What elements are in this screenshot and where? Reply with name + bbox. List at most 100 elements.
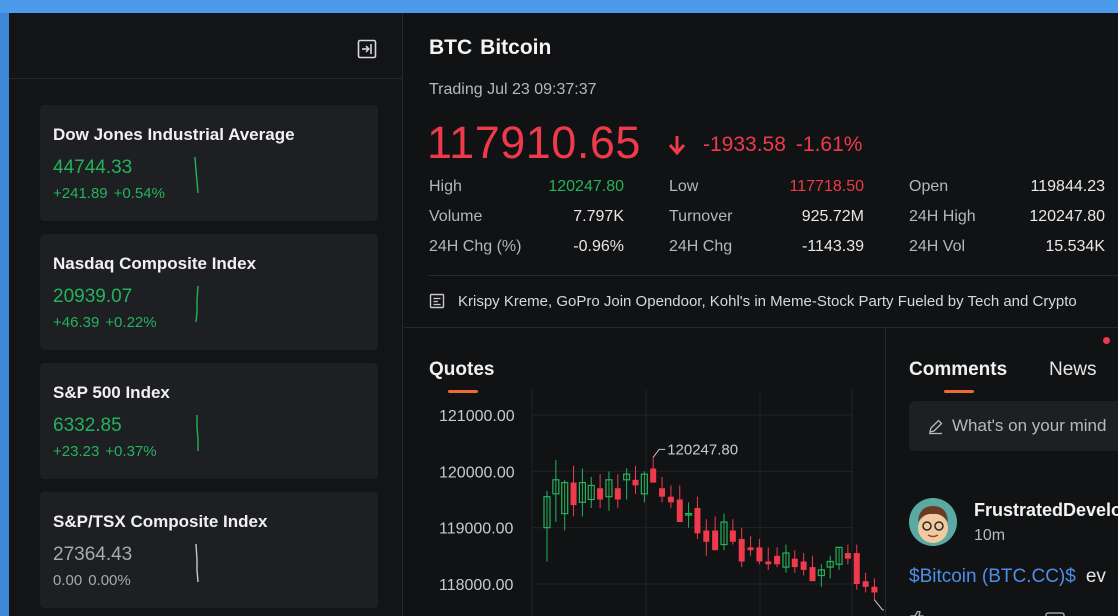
- candle-body: [703, 530, 710, 542]
- index-change-percent: +0.22%: [105, 314, 157, 331]
- index-name: Dow Jones Industrial Average: [53, 125, 295, 144]
- index-price: 27364.43: [53, 544, 133, 565]
- candle-body: [729, 530, 736, 542]
- sidebar-header: [9, 13, 402, 79]
- asset-name: Bitcoin: [480, 36, 552, 59]
- stat-label-24h-chg: 24H Chg: [669, 238, 733, 255]
- stat-value-24h-high: 120247.80: [1029, 208, 1105, 225]
- tab-quotes[interactable]: Quotes: [429, 359, 494, 381]
- comments-panel: Comments News What's on your mind Frustr…: [886, 328, 1118, 616]
- y-tick-label: 119000.00: [439, 521, 514, 538]
- candle-body: [694, 507, 701, 534]
- price-change-value: -1933.58: [703, 133, 786, 156]
- index-sparkline: [195, 543, 199, 583]
- candle-body: [765, 561, 772, 565]
- price-change: -1933.58 -1.61%: [703, 133, 862, 157]
- index-price: 44744.33: [53, 157, 133, 178]
- comment-placeholder: What's on your mind: [952, 416, 1107, 435]
- index-change: +46.39 +0.22%: [53, 314, 157, 331]
- index-change: +241.89 +0.54%: [53, 185, 165, 202]
- stat-label-24h-chg-pct: 24H Chg (%): [429, 238, 522, 255]
- candle-body: [659, 488, 666, 497]
- stat-label-high: High: [429, 178, 462, 195]
- candle-body: [774, 555, 781, 565]
- stat-label-low: Low: [669, 178, 699, 195]
- stat-label-open: Open: [909, 178, 949, 195]
- news-headline[interactable]: Krispy Kreme, GoPro Join Opendoor, Kohl'…: [458, 293, 1077, 310]
- candle-body: [712, 530, 719, 551]
- index-card-nasdaq[interactable]: Nasdaq Composite Index 20939.07 +46.39 +0…: [40, 234, 378, 350]
- stat-value-open: 119844.23: [1030, 178, 1105, 195]
- last-price: 117910.65: [427, 117, 641, 168]
- stat-value-24h-vol: 15.534K: [1045, 238, 1105, 255]
- candle-body: [738, 538, 745, 562]
- candle-body: [800, 561, 807, 570]
- index-change-value: +23.23: [53, 443, 100, 460]
- index-sparkline: [194, 156, 199, 194]
- candle-body: [676, 499, 683, 523]
- candle-body: [650, 468, 657, 483]
- annotation-leader: [874, 599, 884, 611]
- candlestick-chart: 121000.00 120000.00 119000.00 118000.00 1202…: [439, 390, 884, 616]
- app-window: Dow Jones Industrial Average 44744.33 +2…: [9, 13, 1118, 616]
- stat-value-24h-chg-pct: -0.96%: [573, 238, 624, 255]
- candle-body: [747, 547, 754, 551]
- annotation-label: 120247.80: [667, 441, 738, 458]
- index-change: 0.00 0.00%: [53, 572, 131, 589]
- candle-body: [632, 479, 639, 486]
- pencil-icon: [929, 419, 943, 435]
- stats-row: Volume 7.797K Turnover 925.72M 24H High …: [429, 208, 1109, 238]
- index-change: +23.23 +0.37%: [53, 443, 157, 460]
- index-card-sp-tsx[interactable]: S&P/TSX Composite Index 27364.43 0.00 0.0…: [40, 492, 378, 608]
- tab-comments-underline: [944, 390, 974, 393]
- index-name: S&P/TSX Composite Index: [53, 512, 268, 531]
- y-tick-label: 120000.00: [439, 464, 515, 481]
- candle-body: [570, 482, 577, 506]
- candle-body: [791, 558, 798, 568]
- index-price: 20939.07: [53, 286, 133, 307]
- desktop-background-top: [0, 0, 1118, 13]
- candle-body: [844, 553, 851, 559]
- avatar[interactable]: [909, 498, 957, 546]
- index-change-percent: +0.54%: [113, 185, 165, 202]
- desktop-background-left: [0, 13, 9, 616]
- stat-label-turnover: Turnover: [669, 208, 733, 225]
- candle-body: [871, 586, 878, 593]
- comment-username[interactable]: FrustratedDeveloper: [974, 500, 1118, 521]
- like-icon[interactable]: [910, 611, 924, 616]
- candle-body: [809, 567, 816, 582]
- index-change-percent: 0.00%: [88, 572, 131, 589]
- comment-time: 10m: [974, 527, 1006, 544]
- annotation-leader: [652, 448, 666, 458]
- collapse-sidebar-icon[interactable]: [357, 39, 377, 59]
- comment-input[interactable]: What's on your mind: [909, 401, 1118, 451]
- candle-body: [597, 488, 604, 500]
- stat-value-volume: 7.797K: [573, 208, 624, 225]
- stat-value-turnover: 925.72M: [801, 208, 864, 225]
- stat-label-24h-vol: 24H Vol: [909, 238, 966, 255]
- price-change-percent: -1.61%: [795, 133, 863, 156]
- notification-dot: [1103, 337, 1110, 344]
- news-icon: [429, 293, 445, 309]
- ticker-symbol: BTC: [429, 36, 473, 59]
- quote-detail-panel: BTC Bitcoin Trading Jul 23 09:37:37 11791…: [404, 13, 1118, 616]
- quotes-panel: Quotes 121000.00 120000.00 119000.00 118000…: [404, 328, 884, 616]
- index-name: S&P 500 Index: [53, 383, 170, 402]
- y-tick-label: 121000.00: [439, 408, 515, 425]
- index-card-dow-jones[interactable]: Dow Jones Industrial Average 44744.33 +2…: [40, 105, 378, 221]
- index-change-percent: +0.37%: [105, 443, 157, 460]
- stat-label-volume: Volume: [429, 208, 483, 225]
- tab-comments[interactable]: Comments: [909, 359, 1007, 381]
- stat-value-low: 117718.50: [789, 178, 864, 195]
- ticker-tag-link[interactable]: $Bitcoin (BTC.CC)$: [909, 566, 1076, 587]
- index-sparkline: [195, 285, 199, 323]
- news-ticker[interactable]: Krispy Kreme, GoPro Join Opendoor, Kohl'…: [429, 275, 1118, 325]
- stats-grid: High 120247.80 Low 117718.50 Open 119844…: [429, 178, 1109, 268]
- index-card-sp500[interactable]: S&P 500 Index 6332.85 +23.23 +0.37%: [40, 363, 378, 479]
- index-sidebar: Dow Jones Industrial Average 44744.33 +2…: [9, 13, 403, 616]
- candle-body: [756, 547, 763, 562]
- index-price: 6332.85: [53, 415, 122, 436]
- index-change-value: 0.00: [53, 572, 83, 589]
- stats-row: 24H Chg (%) -0.96% 24H Chg -1143.39 24H …: [429, 238, 1109, 268]
- tab-news[interactable]: News: [1049, 359, 1097, 381]
